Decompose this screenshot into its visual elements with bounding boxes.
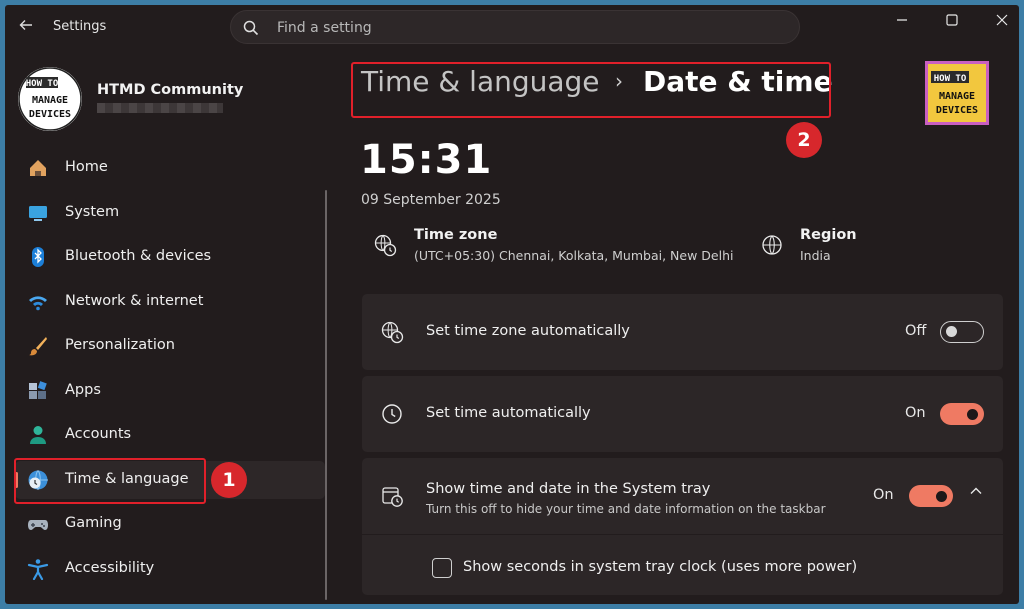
back-button[interactable] [15,17,37,39]
svg-text:MANAGE: MANAGE [32,95,68,106]
maximize-icon [946,14,958,26]
timezone-title: Time zone [414,227,498,243]
svg-text:MANAGE: MANAGE [939,91,975,102]
profile-email-redacted [97,103,223,113]
toggle-state-text: On [905,405,926,421]
toggle-knob [967,409,978,420]
setting-card-auto-time[interactable]: Set time automatically On [362,376,1003,452]
sidebar-item-label: Bluetooth & devices [65,248,212,264]
setting-card-system-tray[interactable]: Show time and date in the System tray Tu… [362,458,1003,534]
sidebar-item-bluetooth[interactable]: Bluetooth & devices [15,238,325,276]
minimize-button[interactable] [879,9,925,35]
sidebar-item-label: Accounts [65,426,132,442]
region-value: India [800,248,831,263]
search-icon [243,20,259,36]
toggle-state-text: Off [905,323,927,339]
region-title: Region [800,227,857,243]
sidebar-item-accounts[interactable]: Accounts [15,416,325,454]
toggle-state-text: On [873,487,894,503]
setting-card-auto-timezone[interactable]: Set time zone automatically Off [362,294,1003,370]
svg-text:DEVICES: DEVICES [29,109,71,120]
svg-text:HOW TO: HOW TO [934,74,967,84]
htmd-logo-icon: HOW TO MANAGE DEVICES [18,67,82,131]
sidebar-item-label: Network & internet [65,293,204,309]
close-button[interactable] [979,9,1019,35]
annotation-badge-2: 2 [786,122,822,158]
toggle-knob [936,491,947,502]
auto-timezone-toggle[interactable] [940,321,984,343]
setting-label: Set time automatically [426,405,591,421]
system-icon [29,206,47,221]
home-icon [30,160,46,176]
svg-text:HOW TO: HOW TO [26,79,59,89]
sidebar-item-label: Home [65,159,108,175]
sidebar-item-accessibility[interactable]: Accessibility [15,550,325,588]
htmd-brand-logo-icon: HOW TO MANAGE DEVICES [928,64,986,122]
sidebar-item-label: Gaming [65,515,122,531]
sidebar-item-system[interactable]: System [15,194,325,232]
sidebar-item-label: Apps [65,382,101,398]
sidebar-item-label: Accessibility [65,560,155,576]
search-input[interactable] [275,17,779,39]
sidebar-item-personalization[interactable]: Personalization [15,327,325,365]
apps-icon [29,381,47,399]
back-arrow-icon [19,20,32,30]
accounts-icon [30,426,46,444]
sidebar-item-gaming[interactable]: Gaming [15,505,325,543]
close-icon [996,14,1008,26]
system-tray-toggle[interactable] [909,485,953,507]
current-time: 15:31 [360,137,493,183]
profile-name: HTMD Community [97,82,244,98]
timezone-value: (UTC+05:30) Chennai, Kolkata, Mumbai, Ne… [414,248,734,263]
accessibility-icon [27,559,49,580]
sidebar-item-network[interactable]: Network & internet [15,283,325,321]
bluetooth-icon [32,247,44,267]
show-seconds-label[interactable]: Show seconds in system tray clock (uses … [463,559,857,575]
svg-text:DEVICES: DEVICES [936,105,978,116]
sidebar-scrollbar[interactable] [325,190,327,600]
avatar[interactable]: HOW TO MANAGE DEVICES [18,67,82,131]
region-globe-icon [762,235,782,255]
brand-logo: HOW TO MANAGE DEVICES [925,61,989,125]
setting-description: Turn this off to hide your time and date… [426,502,826,516]
annotation-box-2 [351,62,831,118]
sidebar-item-label: Personalization [65,337,175,353]
globe-clock-icon [381,321,404,344]
show-seconds-checkbox[interactable] [432,558,452,578]
sidebar-item-label: System [65,204,120,220]
gaming-icon [28,520,48,530]
title-bar: Settings [5,5,1019,51]
annotation-badge-1: 1 [211,462,247,498]
annotation-box-1 [14,458,206,504]
brush-icon [29,337,47,356]
setting-label: Set time zone automatically [426,323,630,339]
maximize-button[interactable] [929,9,975,35]
clock-icon [382,404,402,424]
search-box[interactable] [230,10,800,44]
app-title: Settings [53,19,107,34]
setting-label: Show time and date in the System tray [426,481,711,497]
sidebar-item-home[interactable]: Home [15,149,325,187]
chevron-up-icon [970,487,982,494]
timezone-globe-clock-icon [374,234,397,257]
wifi-icon [29,296,47,311]
sidebar-item-apps[interactable]: Apps [15,372,325,410]
settings-window: Settings HOW TO MANAGE DEVICES HTMD Comm… [5,5,1019,604]
calendar-clock-icon [382,487,403,507]
minimize-icon [897,19,907,21]
current-date: 09 September 2025 [361,192,501,208]
collapse-button[interactable] [969,483,983,502]
toggle-knob [946,326,957,337]
auto-time-toggle[interactable] [940,403,984,425]
